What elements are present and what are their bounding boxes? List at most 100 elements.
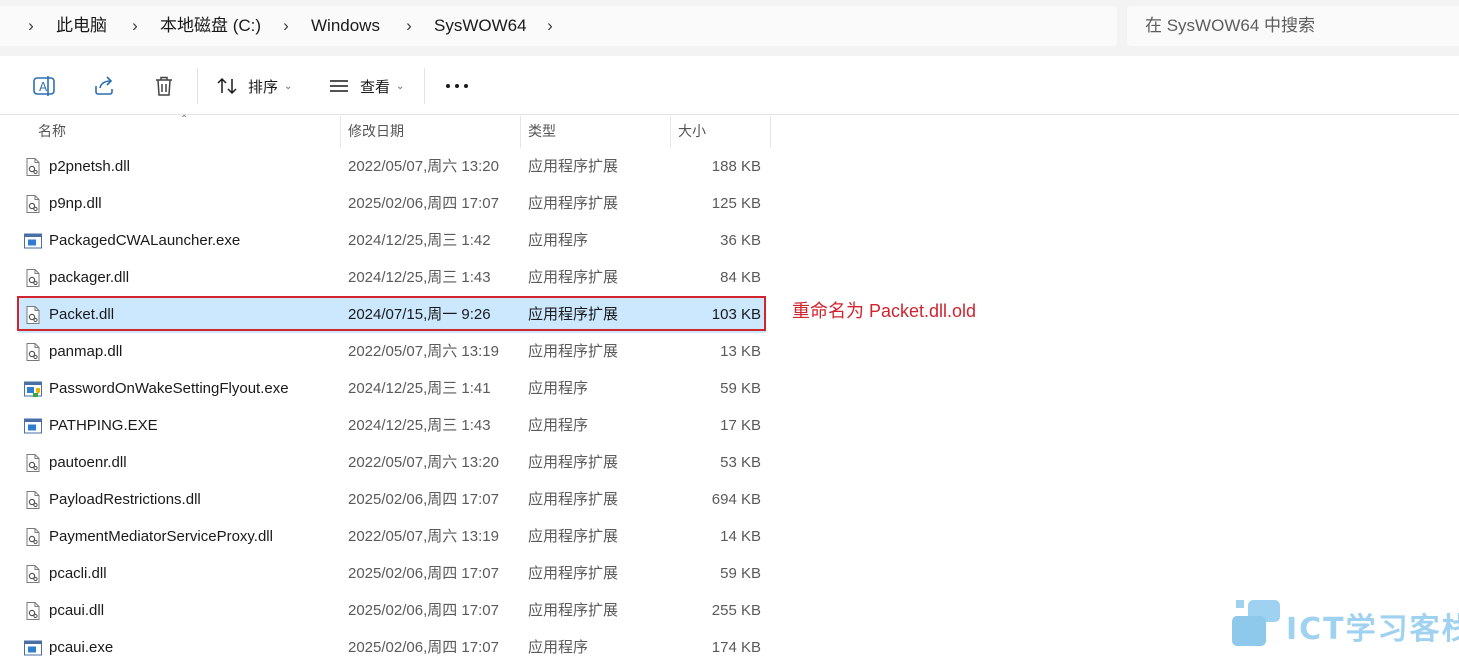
svg-text:A: A xyxy=(39,80,48,94)
toolbar-divider xyxy=(424,68,425,104)
file-type: 应用程序扩展 xyxy=(528,195,619,212)
file-name: pcaui.dll xyxy=(49,602,105,619)
chevron-down-icon: ⌄ xyxy=(284,80,293,92)
sort-label: 排序 xyxy=(248,78,279,96)
dll-icon xyxy=(23,453,43,473)
file-size: 694 KB xyxy=(711,491,761,508)
file-type: 应用程序 xyxy=(528,232,589,249)
share-icon[interactable] xyxy=(92,74,116,98)
file-modified: 2022/05/07,周六 13:20 xyxy=(348,454,499,471)
view-list-icon xyxy=(330,80,348,92)
file-name: PaymentMediatorServiceProxy.dll xyxy=(49,528,273,545)
file-modified: 2025/02/06,周四 17:07 xyxy=(348,491,499,508)
file-modified: 2022/05/07,周六 13:20 xyxy=(348,158,499,175)
toolbar-divider xyxy=(197,68,198,104)
column-header-type[interactable]: 类型 xyxy=(520,116,670,148)
watermark-text: ICT学习客栈 xyxy=(1286,612,1459,647)
file-size: 59 KB xyxy=(720,380,761,397)
file-size: 53 KB xyxy=(720,454,761,471)
search-placeholder: 在 SysWOW64 中搜索 xyxy=(1145,16,1316,35)
annotation-highlight-box xyxy=(17,296,766,331)
file-row[interactable]: pautoenr.dll 2022/05/07,周六 13:20 应用程序扩展 … xyxy=(18,444,766,481)
column-header-size[interactable]: 大小 xyxy=(670,116,770,148)
file-modified: 2025/02/06,周四 17:07 xyxy=(348,639,499,656)
breadcrumb-item-windows[interactable]: Windows xyxy=(311,6,380,46)
file-row[interactable]: PATHPING.EXE 2024/12/25,周三 1:43 应用程序 17 … xyxy=(18,407,766,444)
chevron-down-icon: ⌄ xyxy=(396,80,405,92)
file-row[interactable]: PayloadRestrictions.dll 2025/02/06,周四 17… xyxy=(18,481,766,518)
file-name: pautoenr.dll xyxy=(49,454,127,471)
file-list: p2pnetsh.dll 2022/05/07,周六 13:20 应用程序扩展 … xyxy=(18,148,766,666)
file-modified: 2022/05/07,周六 13:19 xyxy=(348,528,499,545)
file-row[interactable]: PackagedCWALauncher.exe 2024/12/25,周三 1:… xyxy=(18,222,766,259)
file-type: 应用程序扩展 xyxy=(528,565,619,582)
file-row[interactable]: pcaui.dll 2025/02/06,周四 17:07 应用程序扩展 255… xyxy=(18,592,766,629)
file-size: 14 KB xyxy=(720,528,761,545)
breadcrumb[interactable]: › 此电脑 › 本地磁盘 (C:) › Windows › SysWOW64 › xyxy=(0,6,1117,46)
file-modified: 2024/12/25,周三 1:42 xyxy=(348,232,491,249)
file-modified: 2024/12/25,周三 1:43 xyxy=(348,417,491,434)
file-modified: 2025/02/06,周四 17:07 xyxy=(348,565,499,582)
file-row[interactable]: pcacli.dll 2025/02/06,周四 17:07 应用程序扩展 59… xyxy=(18,555,766,592)
file-size: 125 KB xyxy=(711,195,761,212)
chevron-right-icon[interactable]: › xyxy=(279,6,293,46)
sort-icon xyxy=(217,77,237,95)
file-row[interactable]: panmap.dll 2022/05/07,周六 13:19 应用程序扩展 13… xyxy=(18,333,766,370)
file-name: p9np.dll xyxy=(49,195,102,212)
chevron-right-icon[interactable]: › xyxy=(402,6,416,46)
file-row[interactable]: packager.dll 2024/12/25,周三 1:43 应用程序扩展 8… xyxy=(18,259,766,296)
file-name: PasswordOnWakeSettingFlyout.exe xyxy=(49,380,289,397)
file-row[interactable]: p9np.dll 2025/02/06,周四 17:07 应用程序扩展 125 … xyxy=(18,185,766,222)
chevron-right-icon[interactable]: › xyxy=(128,6,142,46)
sort-button[interactable]: 排序 ⌄ xyxy=(216,72,292,100)
delete-icon[interactable] xyxy=(152,74,176,98)
file-type: 应用程序扩展 xyxy=(528,158,619,175)
file-type: 应用程序 xyxy=(528,639,589,656)
chevron-right-icon[interactable]: › xyxy=(543,6,557,46)
column-header-modified[interactable]: 修改日期 xyxy=(340,116,520,148)
watermark-logo: ICT学习客栈 xyxy=(1232,598,1459,648)
ellipsis-icon[interactable] xyxy=(444,74,470,98)
command-bar: A 排序 ⌄ 查看 ⌄ xyxy=(0,56,1459,115)
chevron-right-icon[interactable]: › xyxy=(24,6,38,46)
breadcrumb-item-local-disk[interactable]: 本地磁盘 (C:) xyxy=(160,6,261,46)
dll-icon xyxy=(23,157,43,177)
dll-icon xyxy=(23,342,43,362)
exe-icon xyxy=(23,638,43,658)
file-row[interactable]: PaymentMediatorServiceProxy.dll 2022/05/… xyxy=(18,518,766,555)
file-type: 应用程序 xyxy=(528,417,589,434)
file-name: p2pnetsh.dll xyxy=(49,158,130,175)
file-type: 应用程序扩展 xyxy=(528,602,619,619)
file-size: 36 KB xyxy=(720,232,761,249)
file-name: PackagedCWALauncher.exe xyxy=(49,232,241,249)
watermark-logo-icon xyxy=(1232,600,1280,646)
exe-shield-icon xyxy=(23,379,43,399)
file-name: PATHPING.EXE xyxy=(49,417,158,434)
dll-icon xyxy=(23,601,43,621)
file-row[interactable]: pcaui.exe 2025/02/06,周四 17:07 应用程序 174 K… xyxy=(18,629,766,666)
view-button[interactable]: 查看 ⌄ xyxy=(328,72,404,100)
file-modified: 2024/12/25,周三 1:43 xyxy=(348,269,491,286)
exe-icon xyxy=(23,416,43,436)
file-name: packager.dll xyxy=(49,269,130,286)
file-row[interactable]: p2pnetsh.dll 2022/05/07,周六 13:20 应用程序扩展 … xyxy=(18,148,766,185)
file-modified: 2025/02/06,周四 17:07 xyxy=(348,602,499,619)
rename-icon[interactable]: A xyxy=(32,74,56,98)
file-name: pcaui.exe xyxy=(49,639,114,656)
exe-icon xyxy=(23,231,43,251)
file-name: PayloadRestrictions.dll xyxy=(49,491,201,508)
file-type: 应用程序扩展 xyxy=(528,343,619,360)
file-name: panmap.dll xyxy=(49,343,123,360)
search-input[interactable]: 在 SysWOW64 中搜索 xyxy=(1127,6,1459,46)
breadcrumb-item-syswow64[interactable]: SysWOW64 xyxy=(434,6,527,46)
file-size: 188 KB xyxy=(711,158,761,175)
file-row[interactable]: PasswordOnWakeSettingFlyout.exe 2024/12/… xyxy=(18,370,766,407)
column-divider[interactable] xyxy=(770,116,771,148)
file-size: 17 KB xyxy=(720,417,761,434)
file-size: 13 KB xyxy=(720,343,761,360)
file-modified: 2022/05/07,周六 13:19 xyxy=(348,343,499,360)
file-modified: 2024/12/25,周三 1:41 xyxy=(348,380,491,397)
dll-icon xyxy=(23,527,43,547)
breadcrumb-item-this-pc[interactable]: 此电脑 xyxy=(56,6,107,46)
file-size: 59 KB xyxy=(720,565,761,582)
